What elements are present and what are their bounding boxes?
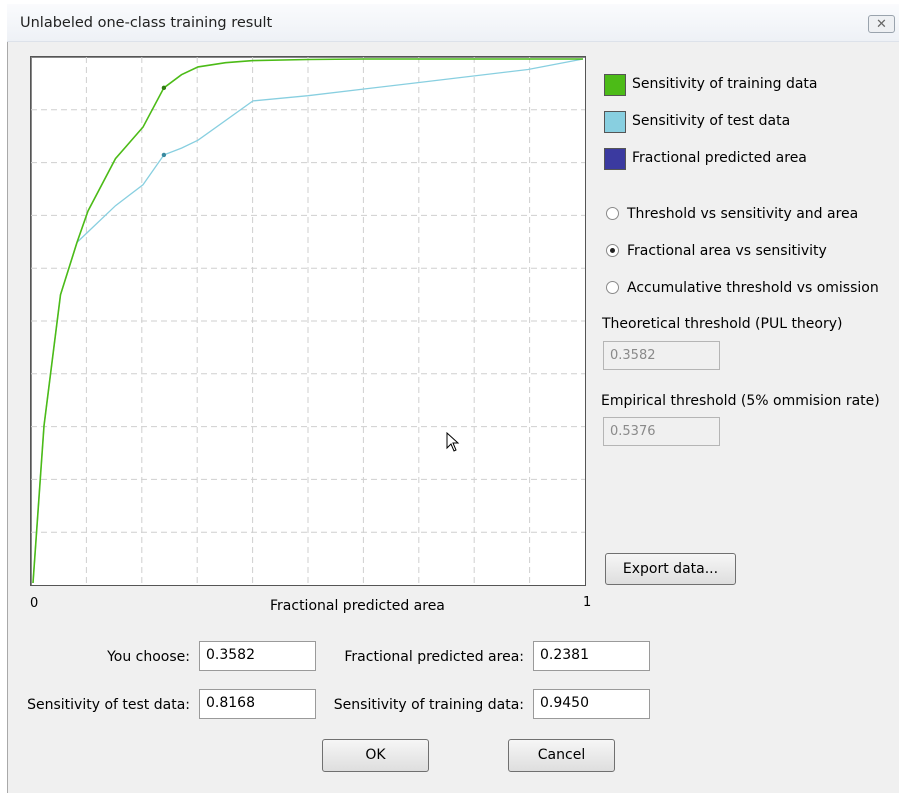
sensitivity-training-input[interactable]: 0.9450 bbox=[533, 689, 650, 719]
you-choose-label: You choose: bbox=[107, 649, 190, 665]
legend-label-test: Sensitivity of test data bbox=[632, 113, 791, 129]
you-choose-input[interactable]: 0.3582 bbox=[199, 641, 316, 671]
mouse-pointer-icon bbox=[446, 432, 460, 452]
radio-accumulative-threshold[interactable] bbox=[606, 281, 619, 294]
sensitivity-test-label: Sensitivity of test data: bbox=[27, 697, 190, 713]
theoretical-threshold-label: Theoretical threshold (PUL theory) bbox=[602, 316, 843, 332]
fractional-predicted-area-label: Fractional predicted area: bbox=[344, 649, 524, 665]
x-axis-label: Fractional predicted area bbox=[270, 598, 445, 614]
radio-label-fractional-area-vs-sensitivity[interactable]: Fractional area vs sensitivity bbox=[627, 243, 827, 259]
legend-label-area: Fractional predicted area bbox=[632, 150, 807, 166]
window-title: Unlabeled one-class training result bbox=[20, 15, 273, 31]
sensitivity-test-input[interactable]: 0.8168 bbox=[199, 689, 316, 719]
fractional-predicted-area-input[interactable]: 0.2381 bbox=[533, 641, 650, 671]
export-data-button[interactable]: Export data... bbox=[605, 553, 736, 585]
cancel-button[interactable]: Cancel bbox=[508, 739, 615, 772]
legend-swatch-training bbox=[604, 74, 626, 96]
chart-plot-area bbox=[30, 56, 586, 586]
empirical-threshold-label: Empirical threshold (5% ommision rate) bbox=[601, 393, 880, 409]
chart-svg bbox=[31, 57, 585, 585]
x-tick-1: 1 bbox=[583, 595, 592, 610]
title-bar[interactable]: Unlabeled one-class training result ✕ bbox=[7, 4, 899, 42]
legend-swatch-area bbox=[604, 148, 626, 170]
empirical-threshold-field: 0.5376 bbox=[603, 417, 720, 446]
radio-label-accumulative-threshold[interactable]: Accumulative threshold vs omission bbox=[627, 280, 879, 296]
sensitivity-training-label: Sensitivity of training data: bbox=[333, 697, 524, 713]
radio-threshold-vs-sensitivity[interactable] bbox=[606, 207, 619, 220]
marker-point-training bbox=[161, 85, 167, 91]
radio-label-threshold-vs-sensitivity[interactable]: Threshold vs sensitivity and area bbox=[627, 206, 858, 222]
close-button[interactable]: ✕ bbox=[868, 15, 895, 33]
legend-label-training: Sensitivity of training data bbox=[632, 76, 818, 92]
marker-point-test bbox=[161, 152, 167, 158]
close-icon[interactable]: ✕ bbox=[876, 17, 887, 32]
legend-swatch-test bbox=[604, 111, 626, 133]
ok-button[interactable]: OK bbox=[322, 739, 429, 772]
radio-fractional-area-vs-sensitivity[interactable] bbox=[606, 244, 619, 257]
x-tick-0: 0 bbox=[30, 596, 39, 611]
theoretical-threshold-field: 0.3582 bbox=[603, 341, 720, 370]
